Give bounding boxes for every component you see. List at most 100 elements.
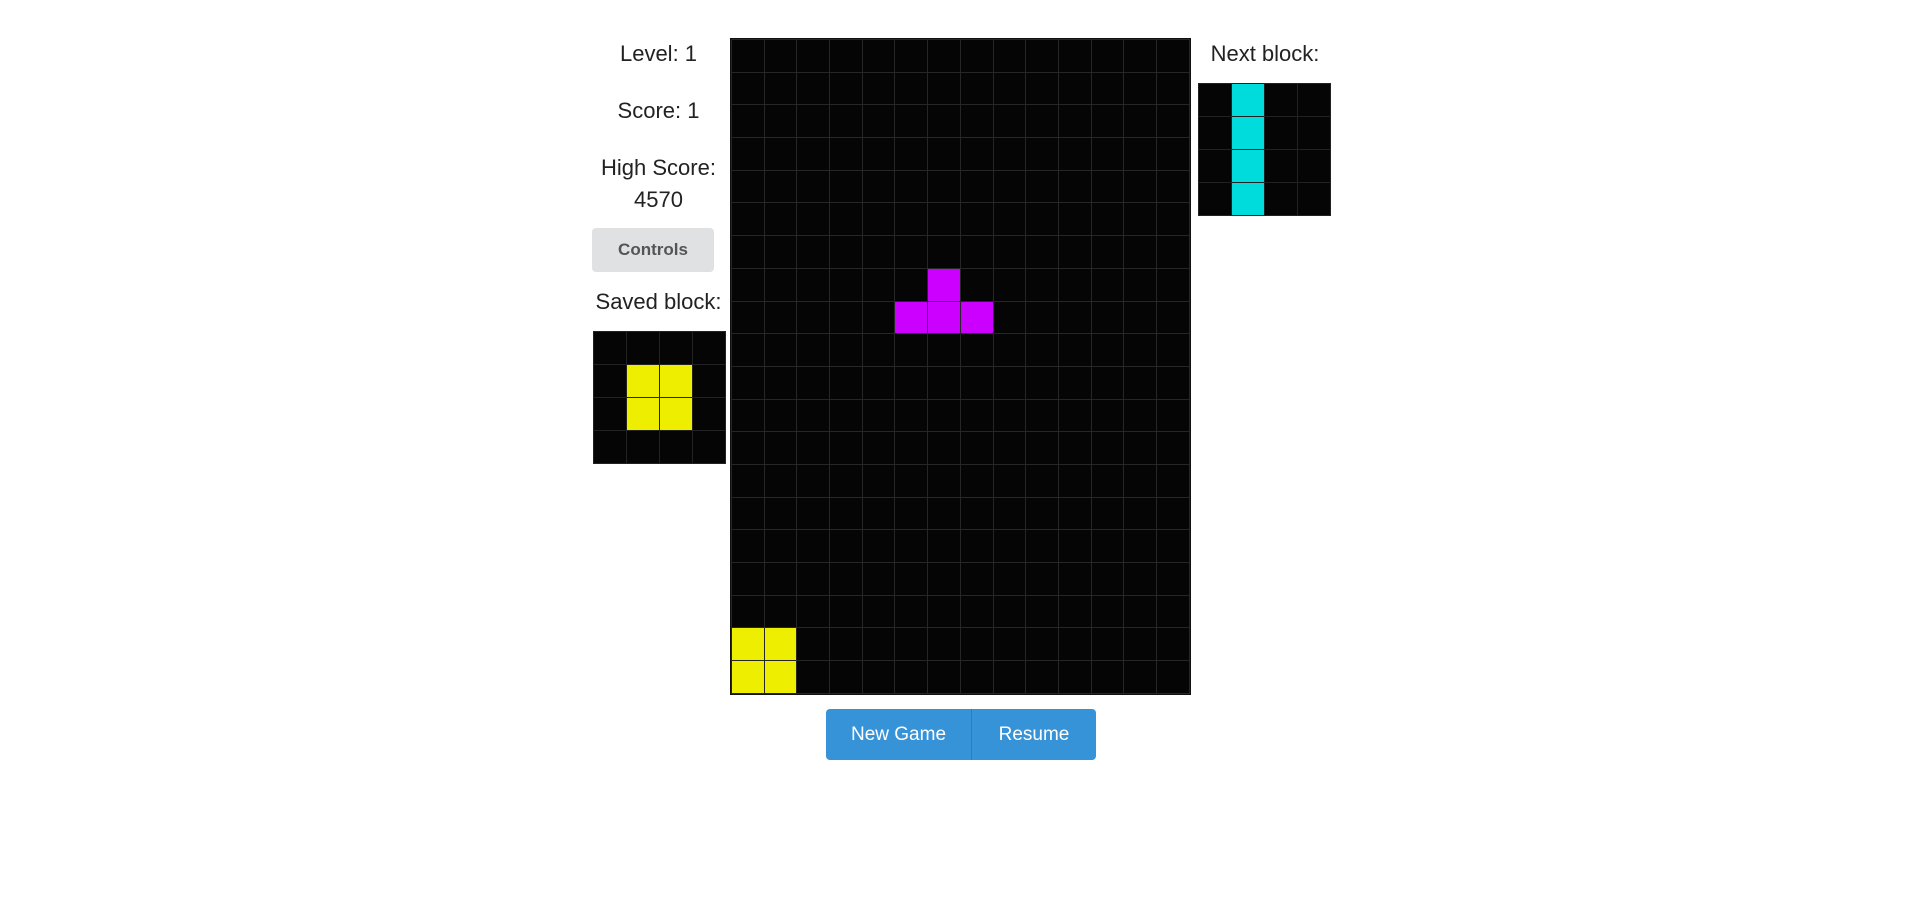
next-cell — [1298, 183, 1330, 215]
board-cell — [1091, 334, 1124, 366]
board-cell — [830, 105, 862, 138]
saved-cell — [660, 332, 692, 364]
board-cell — [1091, 661, 1124, 693]
board-cell — [1156, 170, 1189, 203]
board-cell — [895, 268, 928, 301]
board-cell — [862, 497, 895, 530]
board-cell — [1091, 236, 1124, 268]
board-cell — [1058, 366, 1091, 399]
board-cell — [1091, 72, 1124, 105]
board-cell — [895, 563, 928, 595]
board-cell — [862, 366, 895, 399]
board-cell — [830, 563, 862, 595]
board-cell — [1156, 72, 1189, 105]
board-cell — [830, 399, 862, 432]
board-cell — [1156, 334, 1189, 366]
next-cell — [1298, 117, 1330, 149]
board-cell — [993, 170, 1026, 203]
board-cell — [895, 497, 928, 530]
board-cell — [928, 399, 960, 432]
board-cell — [993, 334, 1026, 366]
board-cell — [1026, 40, 1058, 72]
new-game-button[interactable]: New Game — [826, 709, 972, 760]
board-cell — [830, 628, 862, 661]
board-cell — [928, 628, 960, 661]
board-cell — [960, 563, 993, 595]
board-cell — [1058, 661, 1091, 693]
board-cell — [1058, 497, 1091, 530]
board-cell — [895, 203, 928, 236]
board-cell — [1124, 628, 1156, 661]
board-cell — [1091, 399, 1124, 432]
next-cell — [1265, 84, 1297, 116]
board-cell — [1091, 170, 1124, 203]
board-cell — [993, 236, 1026, 268]
board-cell-filled — [928, 301, 960, 334]
board-cell — [764, 170, 797, 203]
board-cell — [1058, 334, 1091, 366]
board-cell — [830, 40, 862, 72]
board-cell — [1058, 432, 1091, 464]
next-cell — [1265, 183, 1297, 215]
board-cell — [1124, 236, 1156, 268]
board-cell — [1026, 563, 1058, 595]
board-cell — [1156, 661, 1189, 693]
saved-block-label: Saved block: — [595, 289, 722, 314]
score-display: Score: 1 — [617, 98, 700, 123]
board-cell — [797, 464, 830, 497]
next-cell — [1265, 117, 1297, 149]
board-cell — [797, 334, 830, 366]
board-cell — [1058, 203, 1091, 236]
board-cell — [1156, 530, 1189, 562]
board-cell — [1058, 595, 1091, 628]
saved-cell — [693, 332, 725, 364]
board-cell — [960, 72, 993, 105]
board-cell — [1058, 530, 1091, 562]
next-cell-filled — [1232, 117, 1264, 149]
board-cell — [928, 432, 960, 464]
board-cell-filled — [732, 661, 764, 693]
board-cell — [928, 464, 960, 497]
board-cell — [862, 105, 895, 138]
board-cell — [1058, 72, 1091, 105]
board-cell — [732, 497, 764, 530]
board-cell-filled — [764, 628, 797, 661]
board-cell — [895, 236, 928, 268]
board-cell — [1091, 497, 1124, 530]
game-board[interactable] — [730, 38, 1191, 695]
board-cell — [797, 72, 830, 105]
board-cell — [1156, 628, 1189, 661]
resume-button[interactable]: Resume — [972, 709, 1096, 760]
saved-cell — [693, 398, 725, 430]
high-score-value: 4570 — [634, 187, 683, 212]
board-cell — [732, 530, 764, 562]
board-cell — [830, 464, 862, 497]
board-cell — [1091, 40, 1124, 72]
board-cell — [764, 268, 797, 301]
board-cell — [993, 661, 1026, 693]
board-cell — [1058, 399, 1091, 432]
board-cell — [960, 661, 993, 693]
board-cell — [732, 105, 764, 138]
board-cell — [1124, 72, 1156, 105]
board-cell — [830, 595, 862, 628]
board-cell — [1026, 464, 1058, 497]
board-cell — [960, 170, 993, 203]
board-cell — [1124, 170, 1156, 203]
board-cell — [1156, 432, 1189, 464]
board-cell — [895, 464, 928, 497]
board-cell — [830, 138, 862, 170]
board-cell — [895, 366, 928, 399]
board-cell — [1026, 268, 1058, 301]
board-cell — [732, 432, 764, 464]
board-cell — [1156, 268, 1189, 301]
board-cell — [797, 628, 830, 661]
left-panel: Level: 1 Score: 1 High Score: 4570 Contr… — [592, 38, 725, 318]
board-cell — [1156, 563, 1189, 595]
board-cell — [960, 268, 993, 301]
controls-button[interactable]: Controls — [592, 228, 714, 272]
board-cell — [895, 138, 928, 170]
board-cell — [830, 72, 862, 105]
board-cell — [928, 595, 960, 628]
board-cell — [764, 72, 797, 105]
